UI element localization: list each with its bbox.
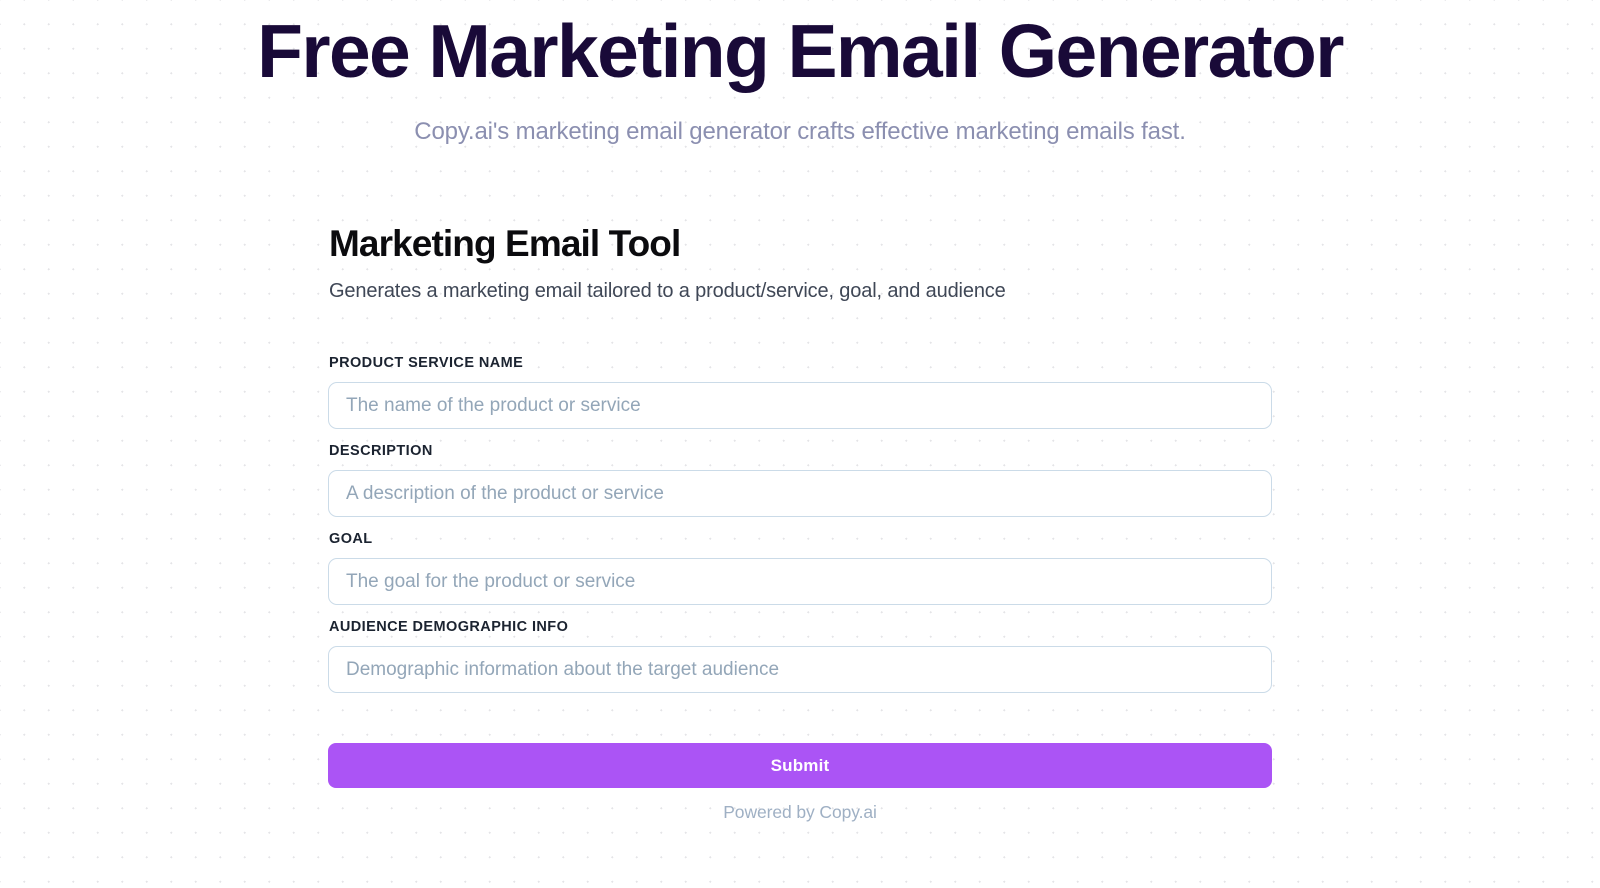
hero-section: Free Marketing Email Generator Copy.ai's… bbox=[0, 0, 1600, 147]
description-input[interactable] bbox=[328, 470, 1272, 518]
label-description: DESCRIPTION bbox=[329, 443, 433, 460]
field-audience-demographic-info: AUDIENCE DEMOGRAPHIC INFO bbox=[328, 619, 1272, 694]
page-subtitle: Copy.ai's marketing email generator craf… bbox=[414, 117, 1186, 145]
audience-demographic-info-input[interactable] bbox=[328, 646, 1272, 694]
marketing-email-form: PRODUCT SERVICE NAME DESCRIPTION GOAL AU… bbox=[328, 304, 1272, 789]
tool-header: Marketing Email Tool Generates a marketi… bbox=[328, 223, 1272, 305]
field-description: DESCRIPTION bbox=[328, 443, 1272, 518]
goal-input[interactable] bbox=[328, 558, 1272, 606]
label-audience-demographic-info: AUDIENCE DEMOGRAPHIC INFO bbox=[329, 619, 569, 636]
page-root: Free Marketing Email Generator Copy.ai's… bbox=[0, 0, 1600, 888]
powered-by-label: Powered by Copy.ai bbox=[723, 802, 877, 823]
submit-section: Submit bbox=[328, 707, 1272, 789]
field-goal: GOAL bbox=[328, 531, 1272, 606]
page-title: Free Marketing Email Generator bbox=[257, 9, 1344, 93]
submit-button[interactable]: Submit bbox=[328, 743, 1272, 789]
tool-container: Marketing Email Tool Generates a marketi… bbox=[328, 147, 1272, 824]
label-product-service-name: PRODUCT SERVICE NAME bbox=[329, 355, 524, 372]
tool-title: Marketing Email Tool bbox=[329, 222, 681, 264]
field-product-service-name: PRODUCT SERVICE NAME bbox=[328, 355, 1272, 430]
product-service-name-input[interactable] bbox=[328, 382, 1272, 430]
tool-description: Generates a marketing email tailored to … bbox=[329, 280, 1006, 303]
label-goal: GOAL bbox=[329, 531, 373, 548]
